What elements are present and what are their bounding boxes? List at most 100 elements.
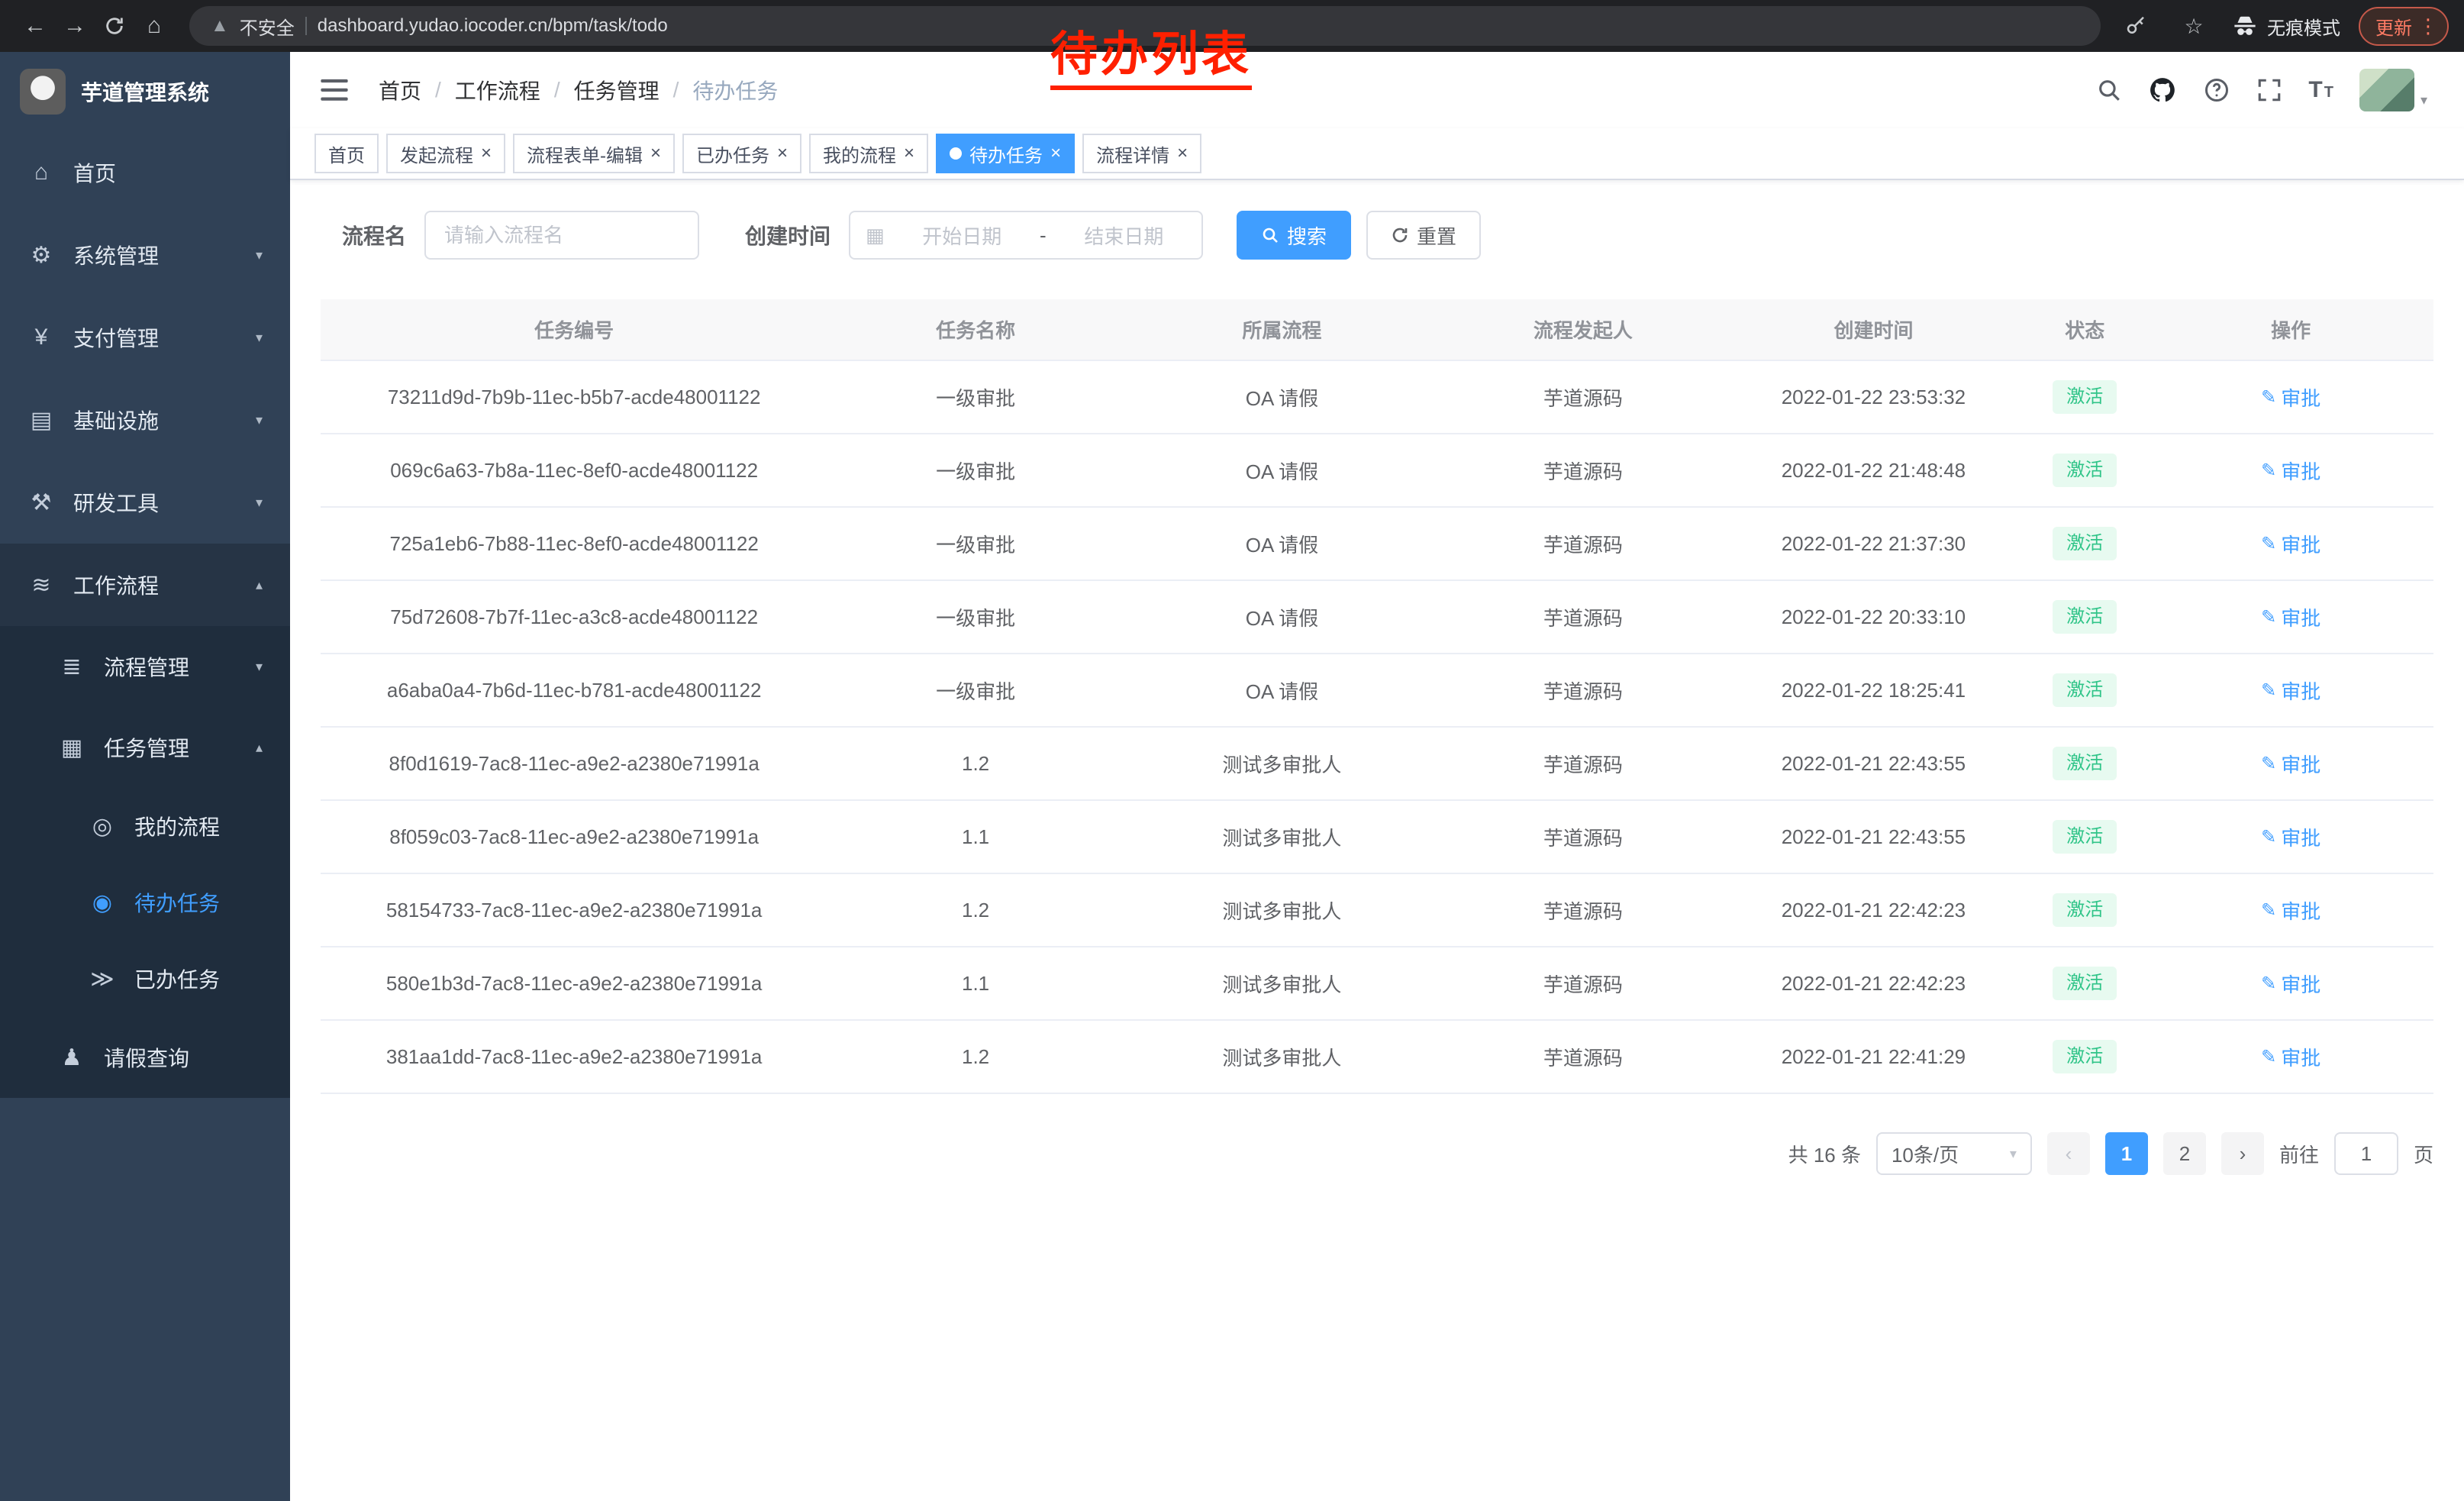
- status-badge: 激活: [2053, 673, 2117, 707]
- tab-form-edit[interactable]: 流程表单-编辑 ×: [513, 134, 675, 173]
- task-id-cell: 58154733-7ac8-11ec-a9e2-a2380e71991a: [321, 873, 827, 947]
- sidebar-item-home[interactable]: ⌂ 首页: [0, 131, 290, 214]
- breadcrumb-item[interactable]: 工作流程: [455, 75, 540, 105]
- table-row[interactable]: 725a1eb6-7b88-11ec-8ef0-acde48001122 一级审…: [321, 507, 2433, 580]
- tab-start-process[interactable]: 发起流程 ×: [386, 134, 505, 173]
- password-key-icon[interactable]: [2116, 6, 2156, 46]
- status-cell: 激活: [2021, 873, 2148, 947]
- workflow-submenu: ≣ 流程管理 ▾ ▦ 任务管理 ▴ ◎ 我的流程 ◉ 待办任务 ≫ 已办任务: [0, 626, 290, 1098]
- table-row[interactable]: 75d72608-7b7f-11ec-a3c8-acde48001122 一级审…: [321, 580, 2433, 654]
- search-icon[interactable]: [2096, 77, 2122, 103]
- address-bar[interactable]: ▲ 不安全 dashboard.yudao.iocoder.cn/bpm/tas…: [189, 6, 2101, 46]
- approve-link[interactable]: ✎审批: [2261, 896, 2320, 925]
- approve-link[interactable]: ✎审批: [2261, 676, 2320, 705]
- page-2-button[interactable]: 2: [2163, 1132, 2206, 1175]
- process-management-icon: ≣: [58, 654, 85, 680]
- tab-close-icon[interactable]: ×: [1050, 144, 1061, 163]
- approve-link[interactable]: ✎审批: [2261, 383, 2320, 412]
- my-process-icon: ◎: [89, 813, 116, 840]
- sidebar-item-process-management[interactable]: ≣ 流程管理 ▾: [0, 626, 290, 707]
- page-size-select[interactable]: 10条/页 ▾: [1876, 1132, 2032, 1175]
- approve-link[interactable]: ✎审批: [2261, 603, 2320, 631]
- sidebar-item-done-tasks[interactable]: ≫ 已办任务: [0, 941, 290, 1017]
- tab-my-process[interactable]: 我的流程 ×: [809, 134, 928, 173]
- prev-page-button[interactable]: ‹: [2047, 1132, 2090, 1175]
- task-management-icon: ▦: [58, 734, 85, 761]
- status-badge: 激活: [2053, 967, 2117, 1000]
- tab-home[interactable]: 首页: [314, 134, 379, 173]
- approve-link[interactable]: ✎审批: [2261, 530, 2320, 558]
- page-content: 流程名 创建时间 ▦ 开始日期 - 结束日期 搜索 重置: [290, 180, 2464, 1501]
- table-row[interactable]: 580e1b3d-7ac8-11ec-a9e2-a2380e71991a 1.1…: [321, 947, 2433, 1020]
- github-icon[interactable]: [2148, 76, 2177, 105]
- user-menu[interactable]: ▾: [2359, 69, 2427, 111]
- goto-page-input[interactable]: [2334, 1132, 2398, 1175]
- home-icon[interactable]: ⌂: [134, 6, 174, 46]
- breadcrumb-separator: /: [435, 78, 441, 102]
- process-name-input[interactable]: [424, 211, 699, 260]
- status-cell: 激活: [2021, 360, 2148, 434]
- tab-process-detail[interactable]: 流程详情 ×: [1082, 134, 1201, 173]
- tab-close-icon[interactable]: ×: [777, 144, 788, 163]
- approve-link[interactable]: ✎审批: [2261, 457, 2320, 485]
- create-time-cell: 2022-01-21 22:42:23: [1726, 873, 2022, 947]
- approve-link[interactable]: ✎审批: [2261, 1043, 2320, 1071]
- tab-done-tasks[interactable]: 已办任务 ×: [682, 134, 801, 173]
- warning-icon: ▲: [211, 15, 229, 37]
- menu-dots-icon[interactable]: ⋮: [2418, 15, 2438, 38]
- table-row[interactable]: 73211d9d-7b9b-11ec-b5b7-acde48001122 一级审…: [321, 360, 2433, 434]
- tab-close-icon[interactable]: ×: [481, 144, 492, 163]
- reload-icon[interactable]: [95, 6, 134, 46]
- help-icon[interactable]: [2203, 76, 2230, 104]
- search-button-label: 搜索: [1287, 221, 1327, 250]
- sidebar-item-workflow[interactable]: ≋ 工作流程 ▴: [0, 544, 290, 626]
- tab-close-icon[interactable]: ×: [650, 144, 661, 163]
- sidebar-item-devtools[interactable]: ⚒ 研发工具 ▾: [0, 461, 290, 544]
- table-row[interactable]: a6aba0a4-7b6d-11ec-b781-acde48001122 一级审…: [321, 654, 2433, 727]
- table-row[interactable]: 8f059c03-7ac8-11ec-a9e2-a2380e71991a 1.1…: [321, 800, 2433, 873]
- edit-icon: ✎: [2261, 1046, 2276, 1068]
- action-cell: ✎审批: [2148, 434, 2433, 507]
- sidebar-item-infrastructure[interactable]: ▤ 基础设施 ▾: [0, 379, 290, 461]
- sidebar-collapse-icon[interactable]: [314, 70, 354, 110]
- table-row[interactable]: 8f0d1619-7ac8-11ec-a9e2-a2380e71991a 1.2…: [321, 727, 2433, 800]
- tab-close-icon[interactable]: ×: [904, 144, 914, 163]
- chrome-update-button[interactable]: 更新 ⋮: [2359, 7, 2449, 46]
- action-cell: ✎审批: [2148, 1020, 2433, 1093]
- back-icon[interactable]: ←: [15, 6, 55, 46]
- forward-icon[interactable]: →: [55, 6, 95, 46]
- tab-todo-tasks[interactable]: 待办任务 ×: [936, 134, 1075, 173]
- tab-close-icon[interactable]: ×: [1177, 144, 1188, 163]
- date-range-picker[interactable]: ▦ 开始日期 - 结束日期: [849, 211, 1203, 260]
- action-cell: ✎审批: [2148, 654, 2433, 727]
- approve-link[interactable]: ✎审批: [2261, 823, 2320, 851]
- table-row[interactable]: 069c6a63-7b8a-11ec-8ef0-acde48001122 一级审…: [321, 434, 2433, 507]
- font-size-icon[interactable]: TT: [2308, 77, 2333, 103]
- edit-icon: ✎: [2261, 533, 2276, 555]
- reset-button[interactable]: 重置: [1366, 211, 1481, 260]
- process-cell: OA 请假: [1124, 360, 1440, 434]
- task-name-cell: 一级审批: [827, 507, 1124, 580]
- sidebar-item-system[interactable]: ⚙ 系统管理 ▾: [0, 214, 290, 296]
- sidebar-item-task-management[interactable]: ▦ 任务管理 ▴: [0, 707, 290, 788]
- status-cell: 激活: [2021, 434, 2148, 507]
- approve-link[interactable]: ✎审批: [2261, 750, 2320, 778]
- search-button[interactable]: 搜索: [1237, 211, 1351, 260]
- breadcrumb-item[interactable]: 任务管理: [574, 75, 660, 105]
- sidebar-item-todo-tasks[interactable]: ◉ 待办任务: [0, 864, 290, 941]
- sidebar-item-label: 待办任务: [134, 887, 220, 918]
- sidebar-item-payment[interactable]: ¥ 支付管理 ▾: [0, 296, 290, 379]
- next-page-button[interactable]: ›: [2221, 1132, 2264, 1175]
- sidebar-item-my-process[interactable]: ◎ 我的流程: [0, 788, 290, 864]
- table-row[interactable]: 58154733-7ac8-11ec-a9e2-a2380e71991a 1.2…: [321, 873, 2433, 947]
- approve-link[interactable]: ✎审批: [2261, 970, 2320, 998]
- avatar[interactable]: [2359, 69, 2414, 111]
- breadcrumb-item[interactable]: 首页: [379, 75, 421, 105]
- page-1-button[interactable]: 1: [2105, 1132, 2148, 1175]
- edit-icon: ✎: [2261, 973, 2276, 995]
- fullscreen-icon[interactable]: [2256, 77, 2282, 103]
- status-badge: 激活: [2053, 820, 2117, 854]
- sidebar-item-leave-query[interactable]: ♟ 请假查询: [0, 1017, 290, 1098]
- table-row[interactable]: 381aa1dd-7ac8-11ec-a9e2-a2380e71991a 1.2…: [321, 1020, 2433, 1093]
- bookmark-star-icon[interactable]: ☆: [2174, 6, 2214, 46]
